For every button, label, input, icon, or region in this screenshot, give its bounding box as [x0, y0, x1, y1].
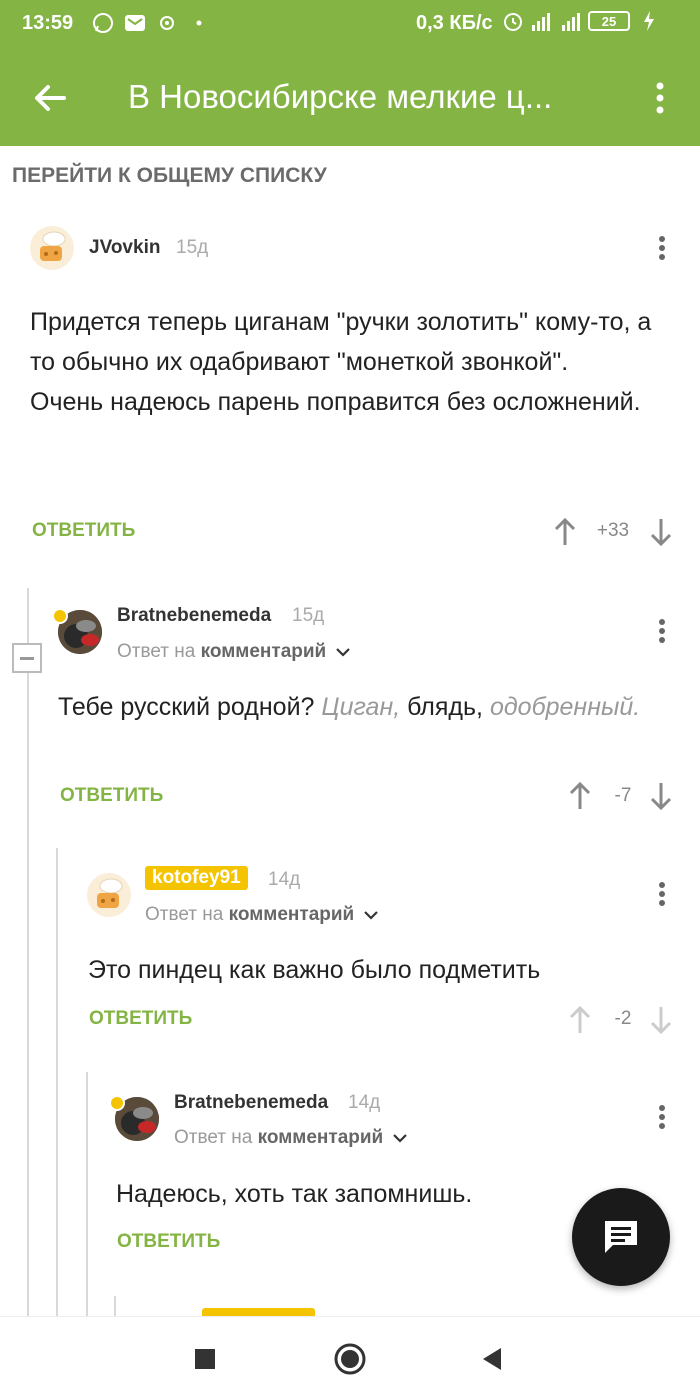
more-vert-icon[interactable] — [644, 76, 676, 120]
avatar[interactable] — [87, 873, 131, 917]
comment-text: Тебе русский родной? Циган, блядь, одобр… — [58, 693, 641, 721]
reply-to-link[interactable]: Ответ на комментарий — [117, 641, 350, 663]
battery-icon: 25 — [588, 11, 630, 31]
thread-line — [86, 1072, 88, 1316]
signal-2-icon — [562, 11, 580, 31]
system-icons: 25 — [502, 10, 660, 32]
comment-menu-icon[interactable] — [652, 614, 672, 648]
comment-menu-icon[interactable] — [652, 1100, 672, 1134]
signal-icon — [532, 11, 550, 31]
status-badge — [109, 1095, 125, 1111]
chat-icon[interactable] — [572, 1188, 670, 1286]
circle-icon[interactable] — [328, 1337, 372, 1381]
arrow-down-icon[interactable] — [646, 514, 676, 550]
chevron-down-icon — [392, 1134, 407, 1143]
notification-icons — [92, 12, 210, 34]
thread-line — [27, 588, 29, 1316]
gear-icon — [156, 12, 178, 34]
reply-button[interactable]: ОТВЕТИТЬ — [89, 1008, 192, 1030]
comment-text: Придется теперь циганам "ручки золотить"… — [30, 308, 652, 416]
reply-to-link[interactable]: Ответ на комментарий — [174, 1127, 407, 1149]
comment-author[interactable]: Bratnebenemeda — [117, 605, 271, 627]
arrow-up-icon[interactable] — [550, 514, 580, 550]
whatsapp-icon — [92, 12, 114, 34]
comment-author[interactable]: Bratnebenemeda — [174, 1092, 328, 1114]
comment-rating: -7 — [614, 785, 632, 806]
comment-author[interactable]: kotofey91 — [145, 866, 248, 890]
comment-age: 15д — [292, 605, 325, 626]
thread-line — [56, 848, 58, 1316]
comment-text: Это пиндец как важно было подметить — [88, 956, 541, 984]
system-nav-bar — [0, 1316, 700, 1400]
dot-icon — [188, 12, 210, 34]
reply-button[interactable]: ОТВЕТИТЬ — [32, 520, 135, 542]
arrow-up-icon[interactable] — [565, 1002, 595, 1038]
comment-rating: -2 — [614, 1008, 632, 1029]
mail-icon — [124, 12, 146, 34]
charging-icon — [638, 10, 660, 32]
next-comment-author-peek — [202, 1308, 315, 1316]
comment-age: 14д — [348, 1092, 381, 1113]
status-bar: 13:59 0,3 КБ/с 25 — [0, 0, 700, 50]
alarm-icon — [502, 10, 524, 32]
net-speed: 0,3 КБ/с — [416, 12, 493, 34]
comment-menu-icon[interactable] — [652, 877, 672, 911]
comment-menu-icon[interactable] — [652, 231, 672, 265]
comment-age: 15д — [176, 237, 209, 258]
reply-button[interactable]: ОТВЕТИТЬ — [60, 785, 163, 807]
reply-button[interactable]: ОТВЕТИТЬ — [117, 1231, 220, 1253]
thread-line — [114, 1296, 116, 1316]
reply-to-link[interactable]: Ответ на комментарий — [145, 904, 378, 926]
triangle-back-icon[interactable] — [470, 1337, 514, 1381]
comment-age: 14д — [268, 869, 301, 890]
chevron-down-icon — [335, 648, 350, 657]
comment-author[interactable]: JVovkin — [89, 237, 160, 259]
square-icon[interactable] — [183, 1337, 227, 1381]
back-arrow-icon[interactable] — [28, 76, 72, 120]
app-bar: 13:59 0,3 КБ/с 25 В Новосибирске мелкие … — [0, 0, 700, 146]
avatar[interactable] — [30, 226, 74, 270]
chevron-down-icon — [363, 911, 378, 920]
status-badge — [52, 608, 68, 624]
toolbar: В Новосибирске мелкие ц... — [0, 50, 700, 146]
collapse-thread-button[interactable] — [12, 643, 42, 673]
arrow-up-icon[interactable] — [565, 778, 595, 814]
comment-text: Надеюсь, хоть так запомнишь. — [116, 1180, 473, 1208]
arrow-down-icon[interactable] — [646, 1002, 676, 1038]
go-to-list-link[interactable]: ПЕРЕЙТИ К ОБЩЕМУ СПИСКУ — [12, 164, 327, 188]
arrow-down-icon[interactable] — [646, 778, 676, 814]
page-title: В Новосибирске мелкие ц... — [128, 78, 553, 115]
status-time: 13:59 — [22, 12, 74, 34]
comment-rating: +33 — [596, 520, 630, 541]
